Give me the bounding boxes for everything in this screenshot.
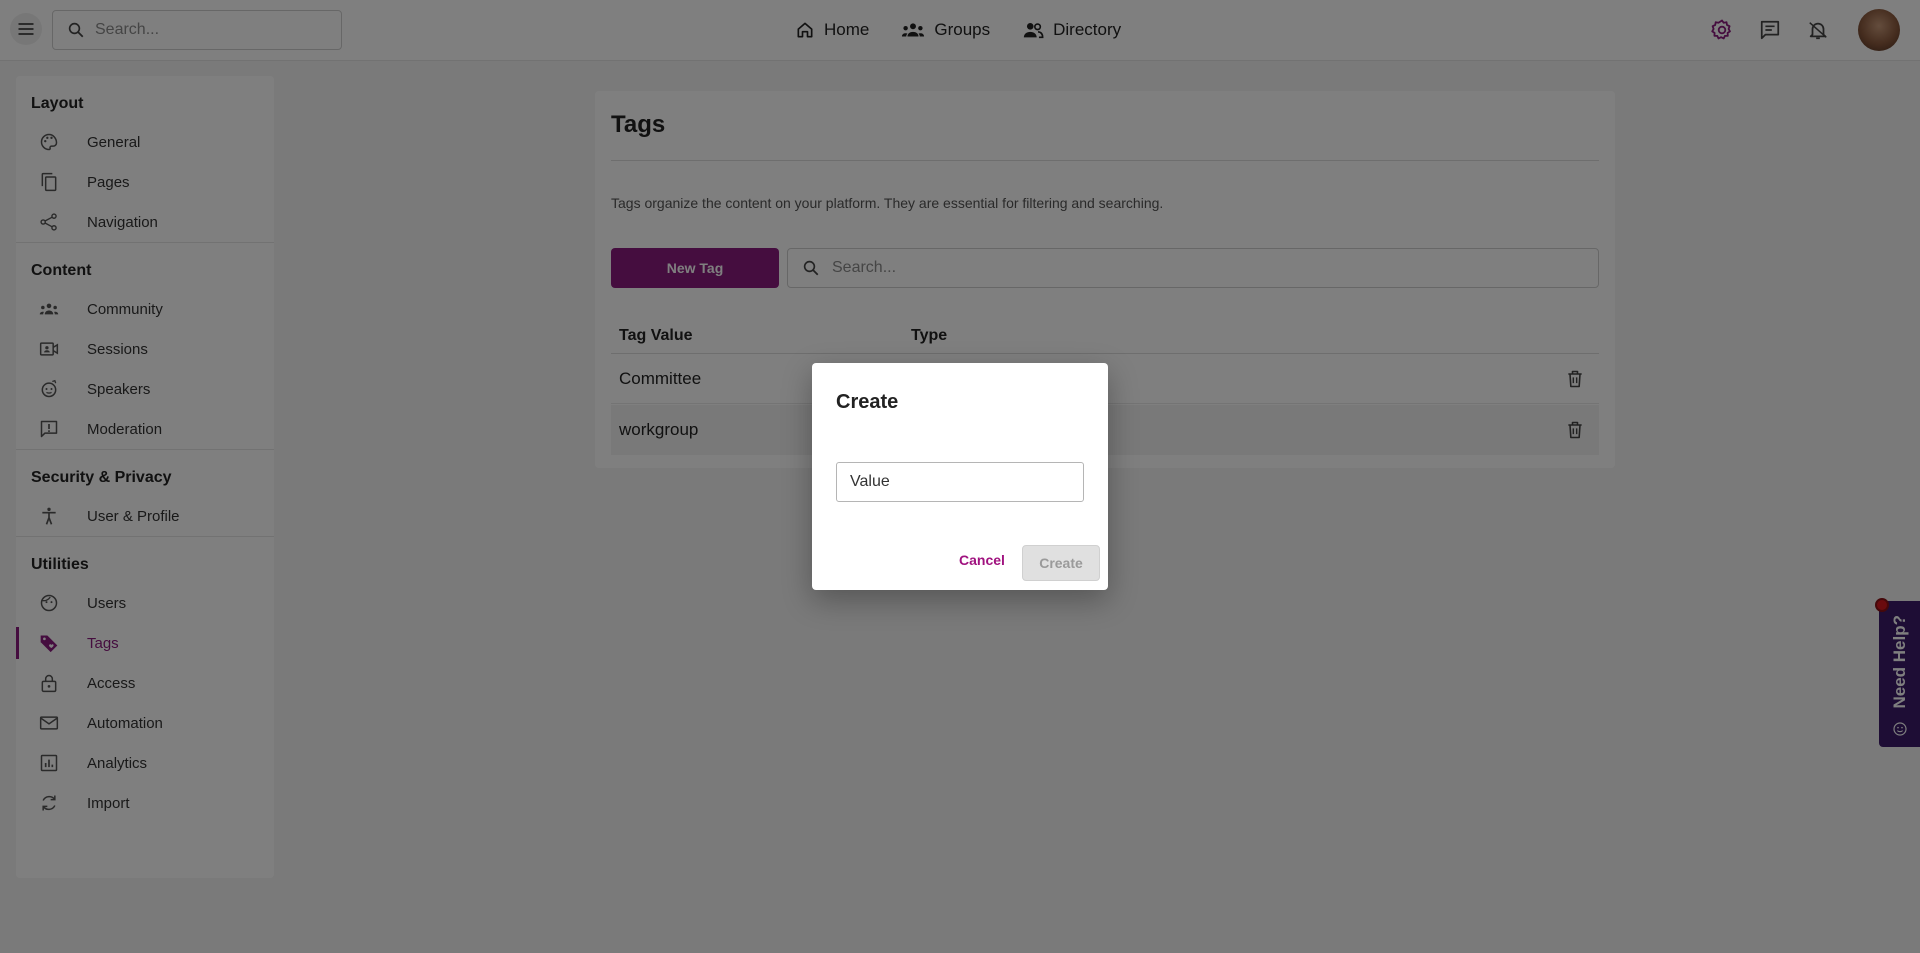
tag-value-input[interactable] xyxy=(836,462,1084,502)
create-button[interactable]: Create xyxy=(1022,545,1100,581)
cancel-button[interactable]: Cancel xyxy=(955,545,1009,575)
create-tag-dialog: Create Cancel Create xyxy=(812,363,1108,590)
dialog-title: Create xyxy=(836,391,899,413)
